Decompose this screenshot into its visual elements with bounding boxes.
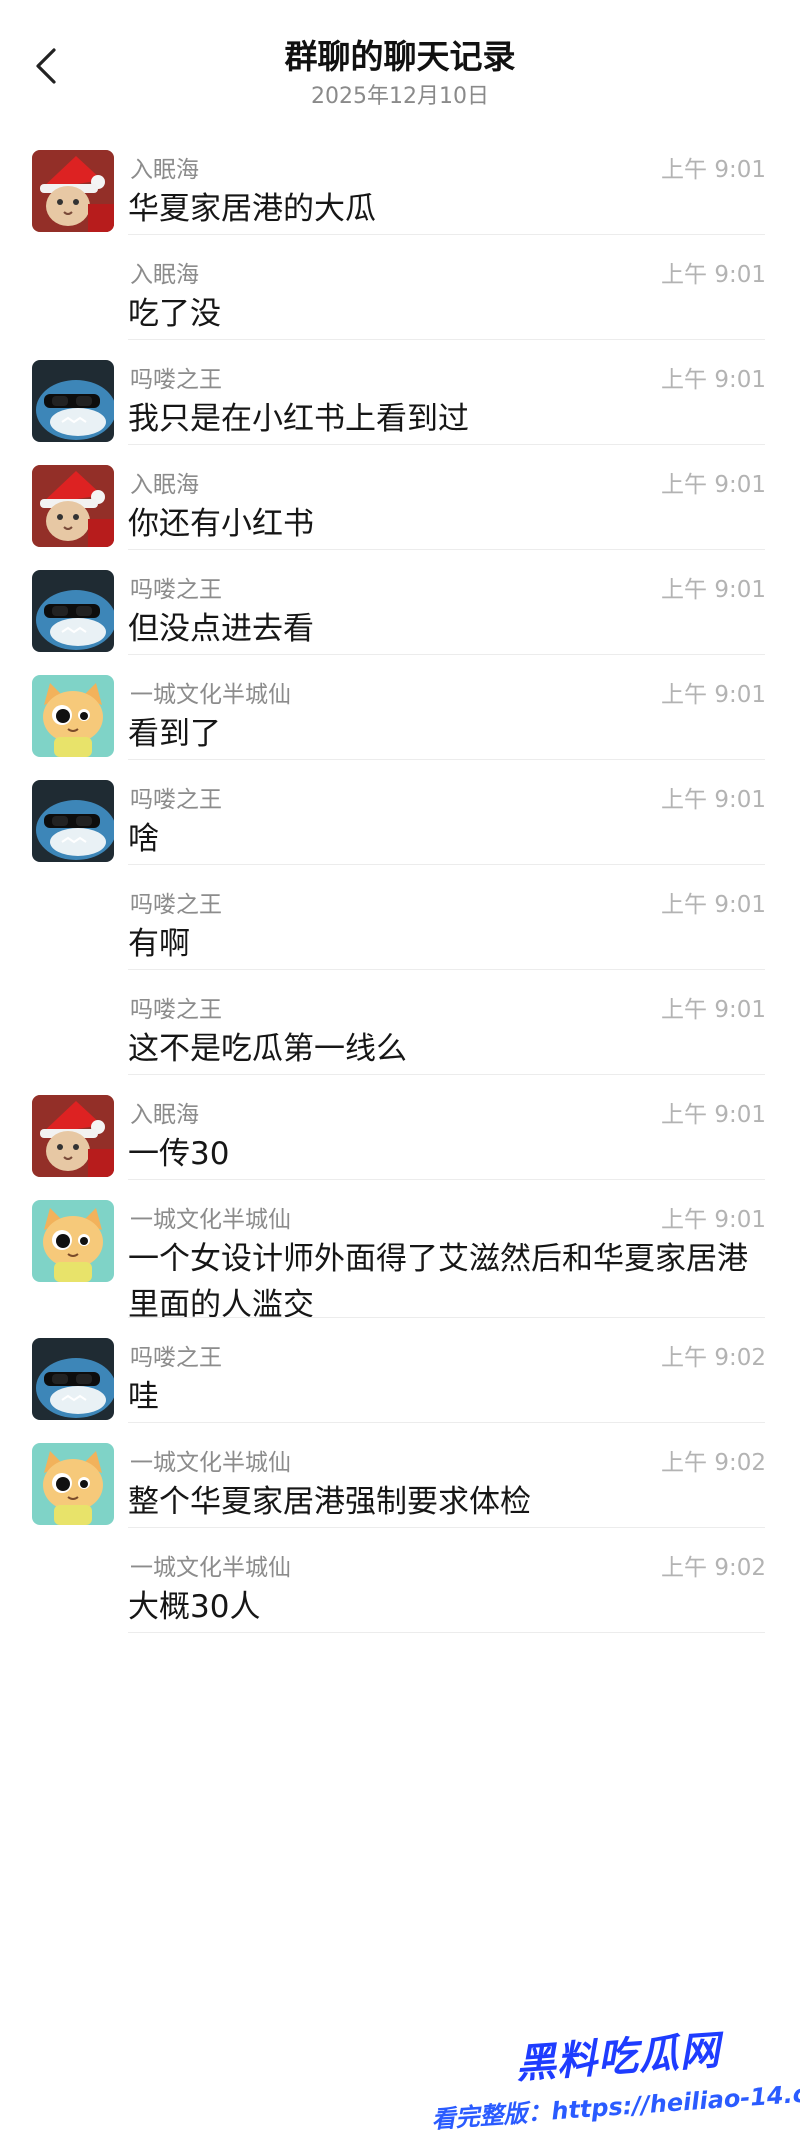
message-item[interactable]: 入眠海 上午 9:01 你还有小红书 — [0, 445, 800, 550]
message-time: 上午 9:01 — [661, 262, 766, 288]
message-text[interactable]: 你还有小红书 — [128, 501, 768, 547]
sender-name: 一城文化半城仙 — [130, 1555, 291, 1581]
message-item[interactable]: 吗喽之王 上午 9:01 啥 — [0, 760, 800, 865]
sender-name: 入眠海 — [130, 262, 199, 288]
message-text[interactable]: 这不是吃瓜第一线么 — [128, 1026, 768, 1072]
sender-name: 入眠海 — [130, 472, 199, 498]
message-text[interactable]: 吃了没 — [128, 291, 768, 337]
sender-name: 吗喽之王 — [130, 577, 222, 603]
chat-date: 2025年12月10日 — [311, 84, 489, 109]
message-text[interactable]: 但没点进去看 — [128, 606, 768, 652]
avatar[interactable] — [32, 570, 114, 652]
watermark-logo: 黑料吃瓜网 — [514, 2027, 723, 2088]
avatar[interactable] — [32, 1095, 114, 1177]
avatar[interactable] — [32, 780, 114, 862]
message-time: 上午 9:01 — [661, 1207, 766, 1233]
message-item[interactable]: 吗喽之王 上午 9:01 但没点进去看 — [0, 550, 800, 655]
sender-name: 吗喽之王 — [130, 892, 222, 918]
message-item[interactable]: 吗喽之王 上午 9:01 我只是在小红书上看到过 — [0, 340, 800, 445]
avatar[interactable] — [32, 465, 114, 547]
message-text[interactable]: 哇 — [128, 1374, 768, 1420]
message-item[interactable]: 入眠海 上午 9:01 一传30 — [0, 1075, 800, 1180]
message-time: 上午 9:01 — [661, 367, 766, 393]
message-list[interactable]: 入眠海 上午 9:01 华夏家居港的大瓜 入眠海 上午 9:01 吃了没 吗喽之王 上午 9:… — [0, 130, 800, 1633]
message-item[interactable]: 入眠海 上午 9:01 吃了没 — [0, 235, 800, 340]
avatar[interactable] — [32, 1443, 114, 1525]
message-text[interactable]: 看到了 — [128, 711, 768, 757]
sender-name: 一城文化半城仙 — [130, 1207, 291, 1233]
message-item[interactable]: 入眠海 上午 9:01 华夏家居港的大瓜 — [0, 130, 800, 235]
message-item[interactable]: 一城文化半城仙 上午 9:01 一个女设计师外面得了艾滋然后和华夏家居港里面的人滥交 — [0, 1180, 800, 1323]
chat-header: 群聊的聊天记录 2025年12月10日 — [0, 0, 800, 130]
message-time: 上午 9:01 — [661, 1102, 766, 1128]
message-time: 上午 9:02 — [661, 1555, 766, 1581]
sender-name: 吗喽之王 — [130, 997, 222, 1023]
sender-name: 吗喽之王 — [130, 1345, 222, 1371]
avatar[interactable] — [32, 1200, 114, 1282]
sender-name: 一城文化半城仙 — [130, 682, 291, 708]
watermark: 黑料吃瓜网 看完整版：https://heiliao-14.com — [426, 2012, 800, 2155]
message-time: 上午 9:01 — [661, 157, 766, 183]
avatar[interactable] — [32, 360, 114, 442]
message-text[interactable]: 我只是在小红书上看到过 — [128, 396, 768, 442]
sender-name: 吗喽之王 — [130, 367, 222, 393]
message-text[interactable]: 有啊 — [128, 921, 768, 967]
message-item[interactable]: 吗喽之王 上午 9:01 这不是吃瓜第一线么 — [0, 970, 800, 1075]
message-item[interactable]: 吗喽之王 上午 9:01 有啊 — [0, 865, 800, 970]
message-time: 上午 9:01 — [661, 682, 766, 708]
avatar[interactable] — [32, 150, 114, 232]
sender-name: 一城文化半城仙 — [130, 1450, 291, 1476]
message-time: 上午 9:01 — [661, 892, 766, 918]
message-item[interactable]: 一城文化半城仙 上午 9:02 大概30人 — [0, 1528, 800, 1633]
message-text[interactable]: 整个华夏家居港强制要求体检 — [128, 1479, 768, 1525]
divider — [128, 1632, 765, 1633]
message-time: 上午 9:02 — [661, 1345, 766, 1371]
message-text[interactable]: 啥 — [128, 816, 768, 862]
sender-name: 吗喽之王 — [130, 787, 222, 813]
message-item[interactable]: 吗喽之王 上午 9:02 哇 — [0, 1318, 800, 1423]
message-time: 上午 9:01 — [661, 472, 766, 498]
message-item[interactable]: 一城文化半城仙 上午 9:01 看到了 — [0, 655, 800, 760]
message-time: 上午 9:01 — [661, 787, 766, 813]
message-text[interactable]: 一传30 — [128, 1131, 768, 1177]
sender-name: 入眠海 — [130, 157, 199, 183]
message-text[interactable]: 大概30人 — [128, 1584, 768, 1630]
message-time: 上午 9:02 — [661, 1450, 766, 1476]
message-time: 上午 9:01 — [661, 577, 766, 603]
sender-name: 入眠海 — [130, 1102, 199, 1128]
avatar[interactable] — [32, 675, 114, 757]
message-text[interactable]: 华夏家居港的大瓜 — [128, 186, 768, 232]
message-text[interactable]: 一个女设计师外面得了艾滋然后和华夏家居港里面的人滥交 — [128, 1236, 768, 1328]
message-time: 上午 9:01 — [661, 997, 766, 1023]
message-item[interactable]: 一城文化半城仙 上午 9:02 整个华夏家居港强制要求体检 — [0, 1423, 800, 1528]
avatar[interactable] — [32, 1338, 114, 1420]
page-title: 群聊的聊天记录 — [284, 37, 516, 76]
